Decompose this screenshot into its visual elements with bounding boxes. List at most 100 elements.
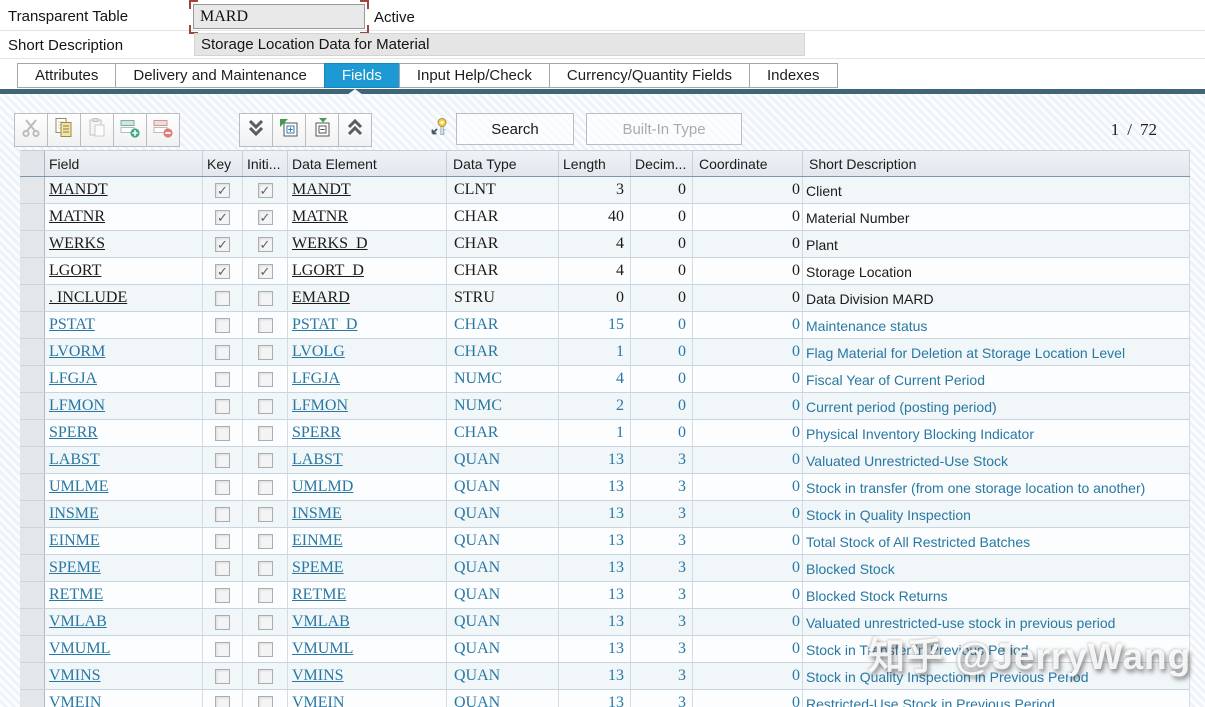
key-checkbox[interactable] xyxy=(215,696,230,707)
table-row[interactable]: UMLME UMLMD QUAN 13 3 0 Stock in transfe… xyxy=(20,474,1190,501)
data-element-link[interactable]: VMEIN xyxy=(292,694,344,707)
initial-checkbox[interactable] xyxy=(258,399,273,414)
row-selector[interactable] xyxy=(20,609,45,635)
data-element-link[interactable]: LGORT_D xyxy=(292,262,364,279)
key-checkbox[interactable] xyxy=(215,318,230,333)
column-header-decimals[interactable]: Decim... xyxy=(631,151,693,176)
column-header-key[interactable]: Key xyxy=(203,151,243,176)
data-element-link[interactable]: EINME xyxy=(292,532,343,549)
column-header-field[interactable]: Field xyxy=(45,151,203,176)
row-selector[interactable] xyxy=(20,582,45,608)
initial-checkbox[interactable] xyxy=(258,318,273,333)
initial-checkbox[interactable] xyxy=(258,507,273,522)
data-element-link[interactable]: LVOLG xyxy=(292,343,345,360)
column-header-data-element[interactable]: Data Element xyxy=(288,151,447,176)
data-element-link[interactable]: INSME xyxy=(292,505,342,522)
tab-currency-quantity-fields[interactable]: Currency/Quantity Fields xyxy=(549,63,750,88)
column-header-length[interactable]: Length xyxy=(559,151,631,176)
table-row[interactable]: RETME RETME QUAN 13 3 0 Blocked Stock Re… xyxy=(20,582,1190,609)
initial-checkbox[interactable] xyxy=(258,237,273,252)
selector-column-header[interactable] xyxy=(20,151,45,176)
row-selector[interactable] xyxy=(20,366,45,392)
row-selector[interactable] xyxy=(20,474,45,500)
data-element-link[interactable]: WERKS_D xyxy=(292,235,368,252)
key-checkbox[interactable] xyxy=(215,291,230,306)
field-name-link[interactable]: LFGJA xyxy=(49,370,97,387)
initial-checkbox[interactable] xyxy=(258,291,273,306)
row-selector[interactable] xyxy=(20,258,45,284)
table-row[interactable]: MATNR MATNR CHAR 40 0 0 Material Number xyxy=(20,204,1190,231)
key-checkbox[interactable] xyxy=(215,480,230,495)
key-checkbox[interactable] xyxy=(215,426,230,441)
initial-checkbox[interactable] xyxy=(258,426,273,441)
table-row[interactable]: LABST LABST QUAN 13 3 0 Valuated Unrestr… xyxy=(20,447,1190,474)
field-name-link[interactable]: UMLME xyxy=(49,478,109,495)
row-selector[interactable] xyxy=(20,528,45,554)
paste-button[interactable] xyxy=(80,113,114,147)
table-row[interactable]: LFGJA LFGJA NUMC 4 0 0 Fiscal Year of Cu… xyxy=(20,366,1190,393)
table-row[interactable]: SPEME SPEME QUAN 13 3 0 Blocked Stock xyxy=(20,555,1190,582)
key-checkbox[interactable] xyxy=(215,507,230,522)
row-selector[interactable] xyxy=(20,555,45,581)
initial-checkbox[interactable] xyxy=(258,372,273,387)
initial-checkbox[interactable] xyxy=(258,615,273,630)
row-selector[interactable] xyxy=(20,231,45,257)
short-description-input[interactable] xyxy=(194,33,805,56)
initial-checkbox[interactable] xyxy=(258,561,273,576)
row-selector[interactable] xyxy=(20,447,45,473)
row-selector[interactable] xyxy=(20,204,45,230)
key-checkbox[interactable] xyxy=(215,372,230,387)
row-selector[interactable] xyxy=(20,690,45,707)
delete-row-button[interactable] xyxy=(146,113,180,147)
table-row[interactable]: INSME INSME QUAN 13 3 0 Stock in Quality… xyxy=(20,501,1190,528)
table-row[interactable]: WERKS WERKS_D CHAR 4 0 0 Plant xyxy=(20,231,1190,258)
data-element-link[interactable]: SPEME xyxy=(292,559,344,576)
field-name-link[interactable]: MATNR xyxy=(49,208,105,225)
data-element-link[interactable]: MATNR xyxy=(292,208,348,225)
field-name-link[interactable]: SPERR xyxy=(49,424,98,441)
key-checkbox[interactable] xyxy=(215,345,230,360)
field-name-link[interactable]: VMEIN xyxy=(49,694,101,707)
key-checkbox[interactable] xyxy=(215,210,230,225)
column-header-initial[interactable]: Initi... xyxy=(243,151,288,176)
tab-attributes[interactable]: Attributes xyxy=(17,63,116,88)
table-row[interactable]: EINME EINME QUAN 13 3 0 Total Stock of A… xyxy=(20,528,1190,555)
table-row[interactable]: LVORM LVOLG CHAR 1 0 0 Flag Material for… xyxy=(20,339,1190,366)
field-name-link[interactable]: VMINS xyxy=(49,667,101,684)
field-name-link[interactable]: EINME xyxy=(49,532,100,549)
field-name-link[interactable]: PSTAT xyxy=(49,316,95,333)
tab-indexes[interactable]: Indexes xyxy=(749,63,838,88)
field-name-link[interactable]: VMUML xyxy=(49,640,110,657)
field-name-link[interactable]: LFMON xyxy=(49,397,105,414)
built-in-type-button[interactable]: Built-In Type xyxy=(586,113,742,145)
field-name-link[interactable]: LABST xyxy=(49,451,100,468)
key-checkbox[interactable] xyxy=(215,264,230,279)
field-name-link[interactable]: RETME xyxy=(49,586,103,603)
initial-checkbox[interactable] xyxy=(258,669,273,684)
copy-button[interactable] xyxy=(47,113,81,147)
key-checkbox[interactable] xyxy=(215,642,230,657)
search-button[interactable]: Search xyxy=(456,113,574,145)
initial-checkbox[interactable] xyxy=(258,696,273,707)
data-element-link[interactable]: SPERR xyxy=(292,424,341,441)
data-element-link[interactable]: RETME xyxy=(292,586,346,603)
key-fields-button[interactable] xyxy=(424,113,456,147)
key-checkbox[interactable] xyxy=(215,183,230,198)
row-selector[interactable] xyxy=(20,285,45,311)
tab-delivery-and-maintenance[interactable]: Delivery and Maintenance xyxy=(115,63,324,88)
table-row[interactable]: VMEIN VMEIN QUAN 13 3 0 Restricted-Use S… xyxy=(20,690,1190,707)
field-name-link[interactable]: SPEME xyxy=(49,559,101,576)
scroll-bottom-button[interactable] xyxy=(239,113,273,147)
initial-checkbox[interactable] xyxy=(258,183,273,198)
row-selector[interactable] xyxy=(20,663,45,689)
row-selector[interactable] xyxy=(20,420,45,446)
row-selector[interactable] xyxy=(20,501,45,527)
initial-checkbox[interactable] xyxy=(258,534,273,549)
field-name-link[interactable]: VMLAB xyxy=(49,613,107,630)
initial-checkbox[interactable] xyxy=(258,345,273,360)
data-element-link[interactable]: LFGJA xyxy=(292,370,340,387)
initial-checkbox[interactable] xyxy=(258,210,273,225)
data-element-link[interactable]: EMARD xyxy=(292,289,350,306)
tab-input-help-check[interactable]: Input Help/Check xyxy=(399,63,550,88)
key-checkbox[interactable] xyxy=(215,561,230,576)
